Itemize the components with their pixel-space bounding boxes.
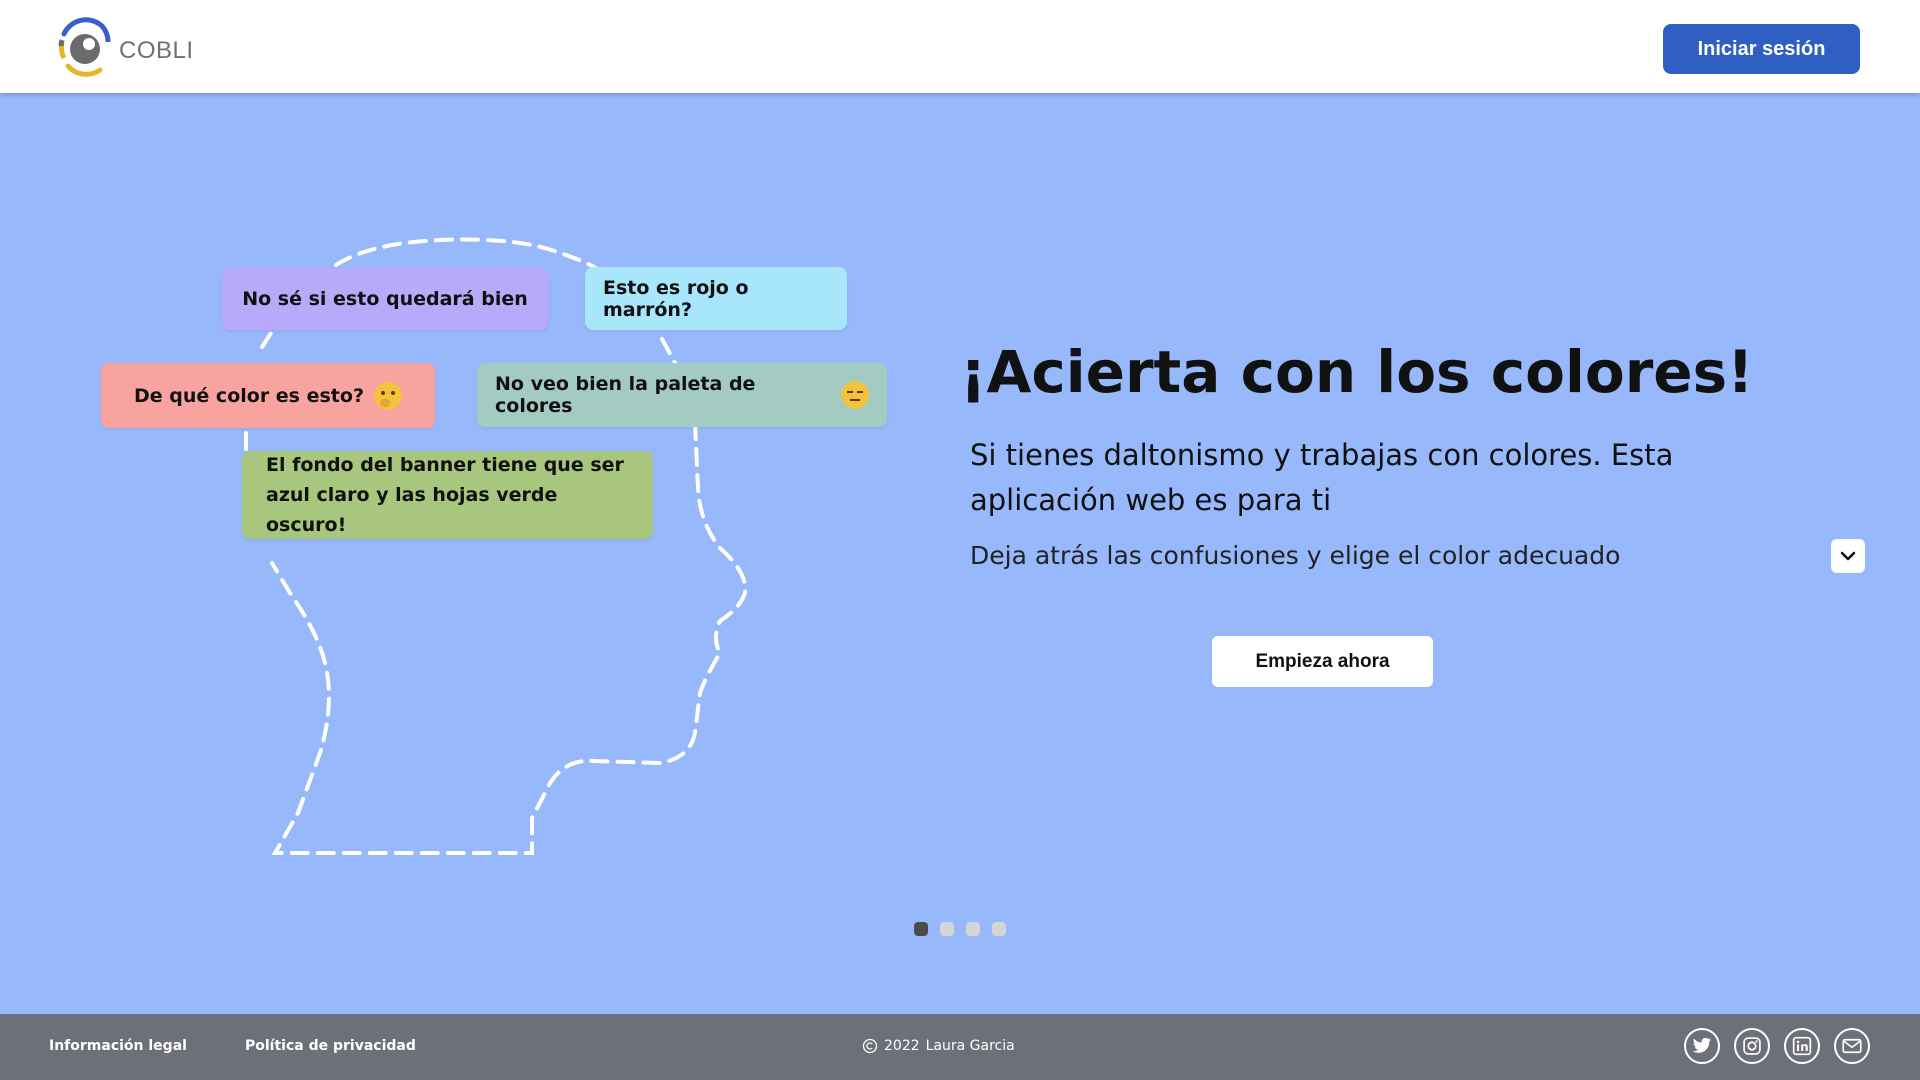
- chevron-down-icon: [1840, 551, 1856, 561]
- hero-subheading: Si tienes daltonismo y trabajas con colo…: [970, 438, 1674, 517]
- hero-banner: No sé si esto quedará bien Esto es rojo …: [0, 93, 1920, 1014]
- carousel-pagination: [914, 922, 1006, 936]
- email-link[interactable]: [1834, 1028, 1870, 1064]
- copyright-icon: [862, 1038, 878, 1054]
- bubble-text: Esto es rojo o marrón?: [603, 276, 749, 321]
- thinking-face-icon: [373, 381, 402, 410]
- head-outline-illustration: [244, 237, 748, 855]
- social-links: [1684, 1028, 1870, 1064]
- carousel-dot[interactable]: [940, 922, 954, 936]
- footer: Información legal Política de privacidad…: [0, 1014, 1920, 1080]
- login-button[interactable]: Iniciar sesión: [1663, 24, 1860, 74]
- hero-description: Deja atrás las confusiones y elige el co…: [970, 541, 1621, 570]
- bubble-text: De qué color es esto?: [134, 384, 364, 407]
- pensive-face-icon: [841, 381, 869, 409]
- speech-bubble: Esto es rojo o marrón?: [585, 267, 847, 330]
- copyright-year: 2022: [884, 1038, 920, 1054]
- scroll-down-button[interactable]: [1831, 539, 1865, 573]
- logo-icon[interactable]: [56, 16, 112, 78]
- speech-bubble: El fondo del banner tiene que ser azul c…: [242, 451, 653, 539]
- linkedin-link[interactable]: [1784, 1028, 1820, 1064]
- carousel-dot[interactable]: [992, 922, 1006, 936]
- legal-info-link[interactable]: Información legal: [49, 1038, 187, 1054]
- start-now-button[interactable]: Empieza ahora: [1212, 636, 1433, 687]
- copyright: 2022 Laura Garcia: [862, 1038, 1015, 1054]
- header: COBLI Iniciar sesión: [0, 0, 1920, 93]
- twitter-icon: [1692, 1037, 1712, 1053]
- carousel-dot[interactable]: [914, 922, 928, 936]
- carousel-dot[interactable]: [966, 922, 980, 936]
- hero-headline: ¡Acierta con los colores!: [960, 338, 1754, 406]
- copyright-author: Laura Garcia: [925, 1038, 1015, 1054]
- bubble-text: El fondo del banner tiene que ser azul c…: [266, 454, 624, 536]
- bubble-text: No sé si esto quedará bien: [242, 288, 528, 310]
- mail-icon: [1842, 1038, 1862, 1054]
- brand-name: COBLI: [119, 37, 194, 64]
- linkedin-icon: [1792, 1036, 1812, 1056]
- bubble-text: No veo bien la paleta de colores: [495, 373, 756, 417]
- instagram-icon: [1743, 1037, 1761, 1055]
- speech-bubble: No sé si esto quedará bien: [222, 268, 548, 330]
- privacy-policy-link[interactable]: Política de privacidad: [245, 1038, 416, 1054]
- twitter-link[interactable]: [1684, 1028, 1720, 1064]
- speech-bubble: No veo bien la paleta de colores: [477, 363, 887, 427]
- instagram-link[interactable]: [1734, 1028, 1770, 1064]
- speech-bubble: De qué color es esto?: [101, 363, 435, 428]
